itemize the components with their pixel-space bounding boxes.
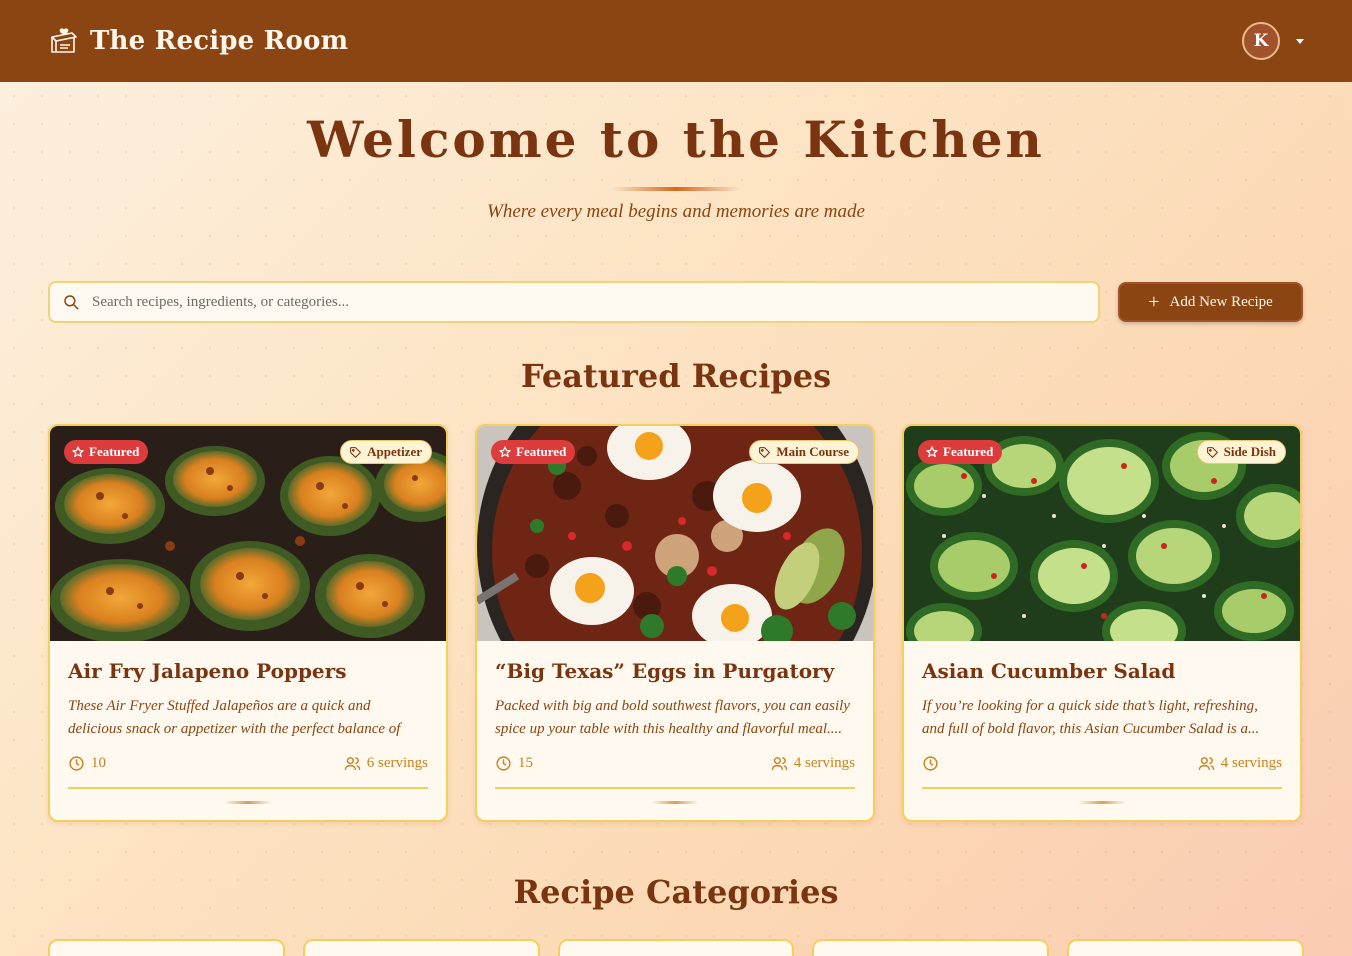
cook-time xyxy=(922,755,945,772)
category-card[interactable] xyxy=(557,939,795,956)
servings: 6 servings xyxy=(344,755,428,772)
top-navbar: The Recipe Room K xyxy=(0,0,1352,82)
recipe-photo: Featured Side Dish xyxy=(904,426,1300,641)
users-icon xyxy=(771,756,788,770)
recipe-photo: Featured Appetizer xyxy=(50,426,446,641)
servings: 4 servings xyxy=(771,755,855,772)
featured-recipes-list: Featured Appetizer Air Fry Jalapeno Popp… xyxy=(48,424,1304,822)
featured-badge: Featured xyxy=(64,440,149,464)
card-divider xyxy=(68,787,428,789)
recipe-description: Packed with big and bold southwest flavo… xyxy=(495,698,850,737)
search-icon xyxy=(64,295,79,310)
category-card[interactable] xyxy=(302,939,540,956)
search-row: + Add New Recipe xyxy=(48,281,1303,323)
page-subtitle: Where every meal begins and memories are… xyxy=(487,201,865,222)
recipe-box-icon xyxy=(51,28,77,53)
cook-time: 10 xyxy=(68,755,106,772)
featured-badge: Featured xyxy=(491,440,576,464)
card-divider xyxy=(922,787,1282,789)
search-box[interactable] xyxy=(48,281,1100,323)
card-accent xyxy=(224,801,272,804)
category-badge-label: Side Dish xyxy=(1223,444,1276,459)
clock-icon xyxy=(69,755,84,771)
recipe-card[interactable]: Featured Side Dish Asian Cucumber Salad … xyxy=(902,424,1302,822)
category-badge-label: Main Course xyxy=(776,444,849,459)
servings-value: 4 servings xyxy=(793,754,855,771)
recipe-title[interactable]: Asian Cucumber Salad xyxy=(922,659,1282,683)
category-card[interactable] xyxy=(1067,939,1304,956)
brand-title: The Recipe Room xyxy=(90,26,349,56)
recipe-description: If you’re looking for a quick side that’… xyxy=(922,698,1260,737)
users-icon xyxy=(344,756,361,770)
cook-time-value: 10 xyxy=(91,754,106,771)
featured-badge: Featured xyxy=(918,440,1003,464)
category-card[interactable] xyxy=(48,939,285,956)
clock-icon xyxy=(496,755,511,771)
recipe-meta: 10 6 servings xyxy=(68,753,428,773)
recipe-card[interactable]: Featured Appetizer Air Fry Jalapeno Popp… xyxy=(48,424,448,822)
recipe-title[interactable]: Air Fry Jalapeno Poppers xyxy=(68,659,428,683)
recipe-photo: Featured Main Course xyxy=(477,426,873,641)
category-card[interactable] xyxy=(812,939,1050,956)
card-accent xyxy=(1078,801,1126,804)
users-icon xyxy=(1198,756,1215,770)
category-badge[interactable]: Appetizer xyxy=(340,440,432,464)
plus-icon: + xyxy=(1148,291,1160,313)
category-list xyxy=(48,939,1304,956)
card-divider xyxy=(495,787,855,789)
featured-recipes-heading: Featured Recipes xyxy=(520,357,832,395)
tag-icon xyxy=(1206,446,1218,458)
tag-icon xyxy=(350,446,362,458)
category-badge-label: Appetizer xyxy=(367,444,422,459)
chevron-down-icon[interactable] xyxy=(1296,38,1304,44)
recipe-meta: 15 4 servings xyxy=(495,753,855,773)
featured-badge-label: Featured xyxy=(89,444,140,459)
star-icon xyxy=(926,446,938,458)
add-new-recipe-label: Add New Recipe xyxy=(1169,293,1273,310)
category-badge[interactable]: Side Dish xyxy=(1196,440,1286,464)
card-accent xyxy=(651,801,699,804)
servings-value: 6 servings xyxy=(366,754,428,771)
cook-time: 15 xyxy=(495,755,533,772)
brand[interactable]: The Recipe Room xyxy=(48,25,348,57)
featured-badge-label: Featured xyxy=(516,444,567,459)
recipe-description: These Air Fryer Stuffed Jalapeños are a … xyxy=(68,698,401,737)
tag-icon xyxy=(759,446,771,458)
star-icon xyxy=(72,446,84,458)
recipe-card[interactable]: Featured Main Course “Big Texas” Eggs in… xyxy=(475,424,875,822)
clock-icon xyxy=(923,755,938,771)
hero: Welcome to the Kitchen Where every meal … xyxy=(0,110,1352,223)
servings-value: 4 servings xyxy=(1220,754,1282,771)
star-icon xyxy=(499,446,511,458)
featured-badge-label: Featured xyxy=(943,444,994,459)
page-title: Welcome to the Kitchen xyxy=(307,110,1045,169)
category-badge[interactable]: Main Course xyxy=(749,440,859,464)
search-input[interactable] xyxy=(92,293,1086,311)
recipe-categories-heading: Recipe Categories xyxy=(513,873,839,911)
title-divider xyxy=(612,187,740,191)
servings: 4 servings xyxy=(1198,755,1282,772)
add-new-recipe-button[interactable]: + Add New Recipe xyxy=(1118,282,1303,322)
avatar[interactable]: K xyxy=(1242,22,1280,60)
user-menu[interactable]: K xyxy=(1242,22,1304,60)
recipe-title[interactable]: “Big Texas” Eggs in Purgatory xyxy=(495,659,855,683)
recipe-meta: 4 servings xyxy=(922,753,1282,773)
cook-time-value: 15 xyxy=(518,754,533,771)
